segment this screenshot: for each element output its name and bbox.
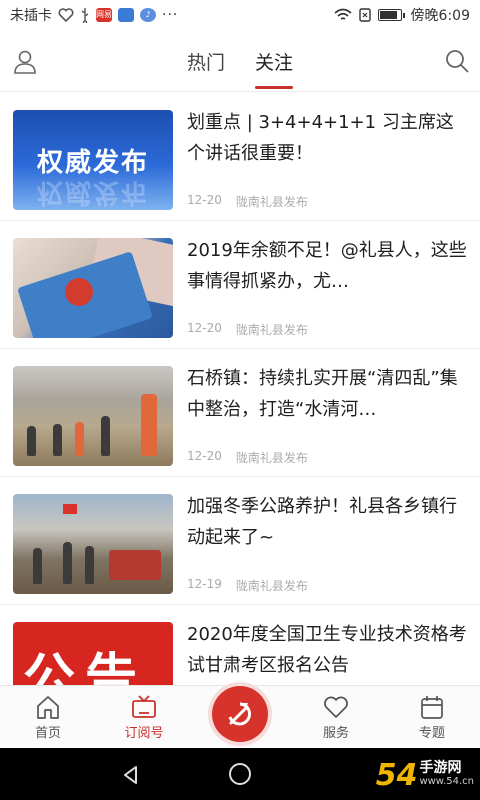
news-thumbnail xyxy=(13,238,173,338)
news-title: 2020年度全国卫生专业技术资格考试甘肃考区报名公告 xyxy=(187,624,467,676)
party-emblem-icon xyxy=(228,702,252,726)
thumbnail-caption: 权威发布 xyxy=(36,148,149,178)
search-icon[interactable] xyxy=(444,48,470,74)
worker-figure xyxy=(85,546,94,584)
tab-hot[interactable]: 热门 xyxy=(187,40,225,83)
nav-home-label: 首页 xyxy=(34,726,61,741)
clock: 傍晚6:09 xyxy=(410,8,470,24)
watermark-url: www.54.cn xyxy=(419,776,474,787)
photos-app-icon xyxy=(118,8,134,22)
nav-home[interactable]: 首页 xyxy=(0,686,96,749)
party-center-button[interactable] xyxy=(212,686,268,742)
news-thumbnail xyxy=(13,494,173,594)
news-date: 12-19 xyxy=(187,577,222,591)
news-item[interactable]: 加强冬季公路养护！礼县各乡镇行动起来了~ 12-19 陇南礼县发布 xyxy=(0,477,480,605)
watermark-number: 54 xyxy=(375,757,418,793)
music-app-icon: ♪ xyxy=(140,8,156,22)
tv-icon xyxy=(132,695,156,718)
site-watermark: 54 手游网 www.54.cn xyxy=(376,754,474,796)
netease-app-icon: 网易 xyxy=(96,8,112,22)
worker-figure xyxy=(75,422,84,456)
news-feed: 权威发布 权威发布 划重点 | 3+4+4+1+1 习主席这个讲话很重要！ 12… xyxy=(0,93,480,685)
news-thumbnail xyxy=(13,366,173,466)
news-item[interactable]: 权威发布 权威发布 划重点 | 3+4+4+1+1 习主席这个讲话很重要！ 12… xyxy=(0,93,480,221)
worker-figure xyxy=(33,548,42,584)
news-title: 2019年余额不足！@礼县人，这些事情得抓紧办，尤… xyxy=(187,240,467,292)
news-meta: 12-20 陇南礼县发布 xyxy=(187,193,308,210)
emblem-image xyxy=(65,278,93,306)
home-icon xyxy=(37,696,59,719)
usb-icon xyxy=(81,8,89,23)
carrier-text: 未插卡 xyxy=(10,8,52,24)
nav-subscriptions-label: 订阅号 xyxy=(124,726,164,741)
system-navigation-bar: 54 手游网 www.54.cn xyxy=(0,748,480,800)
news-date: 12-20 xyxy=(187,193,222,207)
user-profile-icon[interactable] xyxy=(12,48,38,74)
home-button-icon[interactable] xyxy=(229,763,251,785)
worker-figure xyxy=(63,542,72,584)
news-item[interactable]: 2019年余额不足！@礼县人，这些事情得抓紧办，尤… 12-20 陇南礼县发布 xyxy=(0,221,480,349)
news-title: 划重点 | 3+4+4+1+1 习主席这个讲话很重要！ xyxy=(187,112,454,164)
nav-services-label: 服务 xyxy=(322,726,349,741)
calendar-icon xyxy=(421,696,443,719)
thumbnail-reflection: 权威发布 xyxy=(36,177,149,207)
news-meta: 12-20 陇南礼县发布 xyxy=(187,449,308,466)
thumbnail-caption: 公告 xyxy=(23,649,148,685)
header-tabs: 热门 关注 xyxy=(0,30,480,92)
news-item[interactable]: 石桥镇：持续扎实开展“清四乱”集中整治，打造“水清河… 12-20 陇南礼县发布 xyxy=(0,349,480,477)
tab-following[interactable]: 关注 xyxy=(255,40,294,89)
nav-topics[interactable]: 专题 xyxy=(384,686,480,749)
wifi-icon xyxy=(334,8,352,20)
news-source: 陇南礼县发布 xyxy=(235,579,308,593)
news-thumbnail: 权威发布 权威发布 xyxy=(13,110,173,210)
truck-image xyxy=(109,550,161,580)
worker-figure xyxy=(101,416,110,456)
news-source: 陇南礼县发布 xyxy=(235,451,308,465)
battery-icon xyxy=(377,9,405,21)
health-heart-icon xyxy=(58,8,74,22)
nav-services[interactable]: 服务 xyxy=(288,686,384,749)
news-date: 12-20 xyxy=(187,449,222,463)
status-bar: 未插卡 网易 ♪ ··· 傍晚6:09 xyxy=(0,0,480,30)
sim-icon xyxy=(358,8,371,22)
nav-topics-label: 专题 xyxy=(418,726,445,741)
watermark-text: 手游网 xyxy=(419,760,462,776)
news-item[interactable]: 公告 2020年度全国卫生专业技术资格考试甘肃考区报名公告 xyxy=(0,605,480,685)
news-meta: 12-19 陇南礼县发布 xyxy=(187,577,308,594)
news-title: 加强冬季公路养护！礼县各乡镇行动起来了~ xyxy=(187,496,457,548)
news-source: 陇南礼县发布 xyxy=(235,195,308,209)
news-title: 石桥镇：持续扎实开展“清四乱”集中整治，打造“水清河… xyxy=(187,368,458,420)
more-notifications-icon: ··· xyxy=(162,7,179,23)
back-icon[interactable] xyxy=(120,764,142,786)
nav-subscriptions[interactable]: 订阅号 xyxy=(96,686,192,749)
worker-figure xyxy=(53,424,62,456)
news-meta: 12-20 陇南礼县发布 xyxy=(187,321,308,338)
news-date: 12-20 xyxy=(187,321,222,335)
news-thumbnail: 公告 xyxy=(13,622,173,685)
heart-icon xyxy=(324,696,348,718)
worker-figure xyxy=(27,426,36,456)
red-flag xyxy=(63,504,77,514)
news-source: 陇南礼县发布 xyxy=(235,323,308,337)
worker-figure xyxy=(141,394,157,456)
top-header: 热门 关注 xyxy=(0,30,480,92)
